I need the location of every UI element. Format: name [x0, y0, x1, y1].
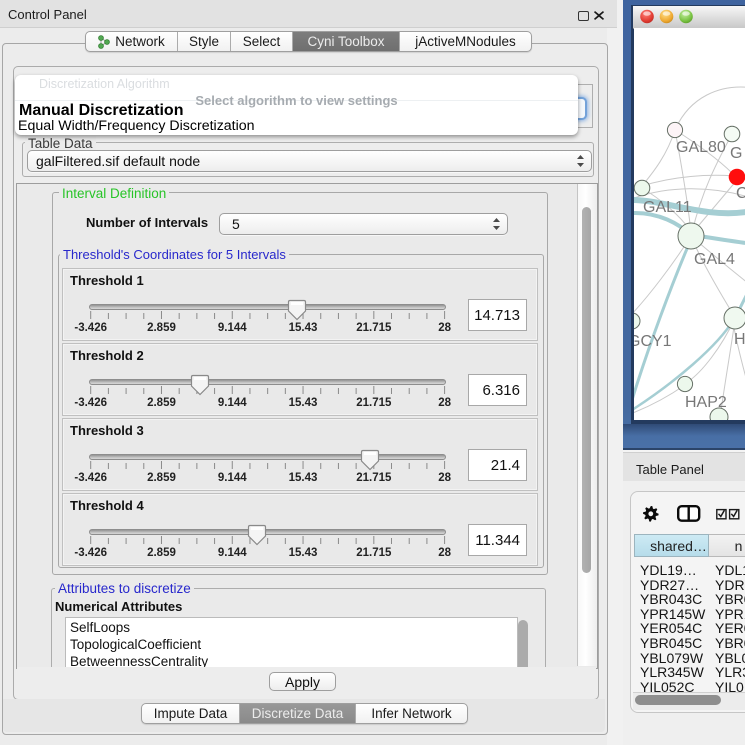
svg-text:HAP2: HAP2 [685, 394, 727, 411]
svg-text:C: C [736, 185, 745, 202]
svg-text:GAL11: GAL11 [643, 199, 692, 216]
svg-text:G: G [730, 145, 742, 162]
svg-text:GCY1: GCY1 [634, 333, 672, 350]
svg-text:H: H [734, 331, 745, 348]
svg-text:GAL80: GAL80 [676, 139, 726, 156]
svg-text:GAL4: GAL4 [694, 251, 735, 268]
